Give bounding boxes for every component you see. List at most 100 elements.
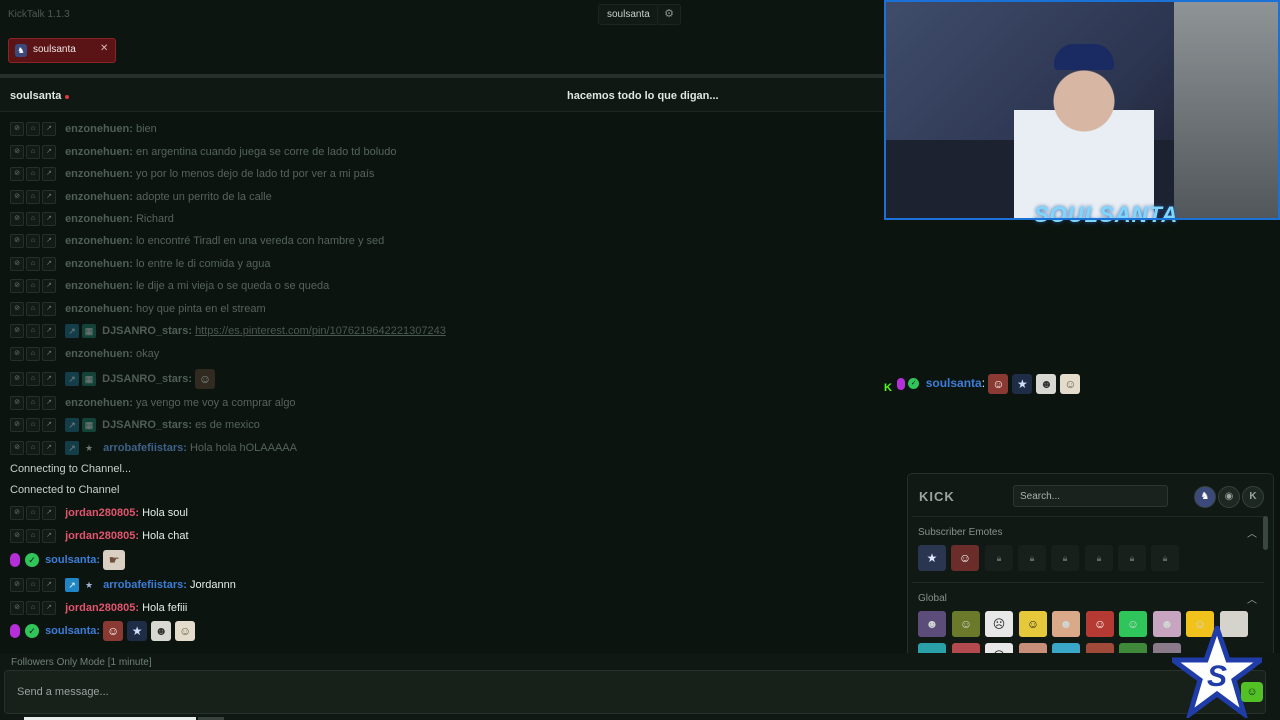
global-emote-icon[interactable]: ☻ — [1052, 611, 1080, 637]
message-input[interactable] — [4, 670, 1266, 714]
ban-icon[interactable]: ⊘ — [10, 529, 24, 544]
message-link[interactable]: https://es.pinterest.com/pin/10762196422… — [195, 325, 446, 337]
hand-emote-icon[interactable]: ☛ — [103, 550, 126, 571]
message-username[interactable]: enzonehuen: — [65, 303, 133, 315]
message-username[interactable]: enzonehuen: — [65, 397, 133, 409]
pin-icon[interactable]: ⌂ — [26, 279, 40, 294]
ban-icon[interactable]: ⊘ — [10, 257, 24, 272]
channel-emotes-icon[interactable]: ♞ — [1194, 486, 1216, 508]
global-emote-icon[interactable]: ☺ — [1019, 611, 1047, 637]
message-username[interactable]: enzonehuen: — [65, 146, 133, 158]
star-emote-icon[interactable]: ★ — [127, 621, 148, 642]
ban-icon[interactable]: ⊘ — [10, 190, 24, 205]
reply-icon[interactable]: ↗ — [42, 506, 56, 521]
pin-icon[interactable]: ⌂ — [26, 506, 40, 521]
emote-icon[interactable]: ☺ — [1241, 682, 1263, 702]
reply-icon[interactable]: ↗ — [42, 529, 56, 544]
reply-icon[interactable]: ↗ — [42, 396, 56, 411]
person-emote-icon[interactable]: ☻ — [151, 621, 172, 642]
message-username[interactable]: DJSANRO_stars: — [102, 373, 192, 385]
pin-icon[interactable]: ⌂ — [26, 234, 40, 249]
reply-icon[interactable]: ↗ — [42, 212, 56, 227]
message-username[interactable]: soulsanta: — [45, 625, 100, 637]
pin-icon[interactable]: ⌂ — [26, 441, 40, 456]
ban-icon[interactable]: ⊘ — [10, 145, 24, 160]
reply-icon[interactable]: ↗ — [42, 167, 56, 182]
ban-icon[interactable]: ⊘ — [10, 212, 24, 227]
emote-scrollbar[interactable] — [1263, 516, 1268, 550]
reply-icon[interactable]: ↗ — [42, 601, 56, 616]
pin-icon[interactable]: ⌂ — [26, 145, 40, 160]
ban-icon[interactable]: ⊘ — [10, 167, 24, 182]
chevron-up-icon[interactable]: ︿ — [1247, 591, 1257, 606]
pin-icon[interactable]: ⌂ — [26, 601, 40, 616]
pin-icon[interactable]: ⌂ — [26, 418, 40, 433]
pin-icon[interactable]: ⌂ — [26, 324, 40, 339]
tab-soulsanta[interactable]: ♞ soulsanta ✕ — [8, 38, 116, 63]
reply-icon[interactable]: ↗ — [42, 190, 56, 205]
face-emote-icon[interactable]: ☺ — [195, 369, 216, 390]
star-emote-icon[interactable]: ★ — [918, 545, 946, 571]
globe-icon[interactable]: ◉ — [1218, 486, 1240, 508]
ban-icon[interactable]: ⊘ — [10, 122, 24, 137]
reply-icon[interactable]: ↗ — [42, 279, 56, 294]
message-username[interactable]: jordan280805: — [65, 507, 139, 519]
pin-icon[interactable]: ⌂ — [26, 347, 40, 362]
ban-icon[interactable]: ⊘ — [10, 441, 24, 456]
reply-icon[interactable]: ↗ — [42, 145, 56, 160]
message-username[interactable]: enzonehuen: — [65, 235, 133, 247]
message-username[interactable]: DJSANRO_stars: — [102, 325, 192, 337]
pin-icon[interactable]: ⌂ — [26, 372, 40, 387]
global-emote-icon[interactable]: ☻ — [918, 611, 946, 637]
reply-icon[interactable]: ↗ — [42, 324, 56, 339]
global-emote-icon[interactable]: ☹ — [985, 611, 1013, 637]
reply-icon[interactable]: ↗ — [42, 441, 56, 456]
ban-icon[interactable]: ⊘ — [10, 234, 24, 249]
reply-icon[interactable]: ↗ — [42, 122, 56, 137]
pin-icon[interactable]: ⌂ — [26, 122, 40, 137]
ban-icon[interactable]: ⊘ — [10, 601, 24, 616]
reply-icon[interactable]: ↗ — [42, 257, 56, 272]
ban-icon[interactable]: ⊘ — [10, 279, 24, 294]
message-username[interactable]: enzonehuen: — [65, 348, 133, 360]
kick-emotes-icon[interactable]: K — [1242, 486, 1264, 508]
message-username[interactable]: arrobafefiistars: — [103, 442, 187, 454]
reply-icon[interactable]: ↗ — [42, 234, 56, 249]
pin-icon[interactable]: ⌂ — [26, 212, 40, 227]
global-emote-icon[interactable]: ☺ — [1086, 611, 1114, 637]
message-username[interactable]: arrobafefiistars: — [103, 579, 187, 591]
message-username[interactable]: enzonehuen: — [65, 280, 133, 292]
pin-icon[interactable]: ⌂ — [26, 529, 40, 544]
pin-icon[interactable]: ⌂ — [26, 302, 40, 317]
ban-icon[interactable]: ⊘ — [10, 396, 24, 411]
group-emote-icon[interactable]: ☺ — [175, 621, 196, 642]
ban-icon[interactable]: ⊘ — [10, 347, 24, 362]
message-username[interactable]: soulsanta: — [45, 554, 100, 566]
message-username[interactable]: enzonehuen: — [65, 168, 133, 180]
message-username[interactable]: enzonehuen: — [65, 258, 133, 270]
pin-icon[interactable]: ⌂ — [26, 257, 40, 272]
global-emote-icon[interactable]: ☺ — [1119, 611, 1147, 637]
active-user-button[interactable]: soulsanta — [598, 4, 659, 25]
reply-icon[interactable]: ↗ — [42, 578, 56, 593]
pin-icon[interactable]: ⌂ — [26, 396, 40, 411]
message-username[interactable]: jordan280805: — [65, 530, 139, 542]
message-username[interactable]: DJSANRO_stars: — [102, 419, 192, 431]
reply-icon[interactable]: ↗ — [42, 302, 56, 317]
ban-icon[interactable]: ⊘ — [10, 324, 24, 339]
global-emote-icon[interactable]: ☺ — [952, 611, 980, 637]
ban-icon[interactable]: ⊘ — [10, 302, 24, 317]
face-emote-icon[interactable]: ☺ — [103, 621, 124, 642]
reply-icon[interactable]: ↗ — [42, 418, 56, 433]
emote-search-input[interactable] — [1013, 485, 1168, 507]
pin-icon[interactable]: ⌂ — [26, 190, 40, 205]
ban-icon[interactable]: ⊘ — [10, 418, 24, 433]
message-username[interactable]: enzonehuen: — [65, 213, 133, 225]
message-username[interactable]: enzonehuen: — [65, 191, 133, 203]
reply-icon[interactable]: ↗ — [42, 372, 56, 387]
chevron-up-icon[interactable]: ︿ — [1247, 525, 1257, 540]
ban-icon[interactable]: ⊘ — [10, 506, 24, 521]
message-username[interactable]: jordan280805: — [65, 602, 139, 614]
ban-icon[interactable]: ⊘ — [10, 578, 24, 593]
gear-icon[interactable]: ⚙ — [657, 4, 681, 25]
